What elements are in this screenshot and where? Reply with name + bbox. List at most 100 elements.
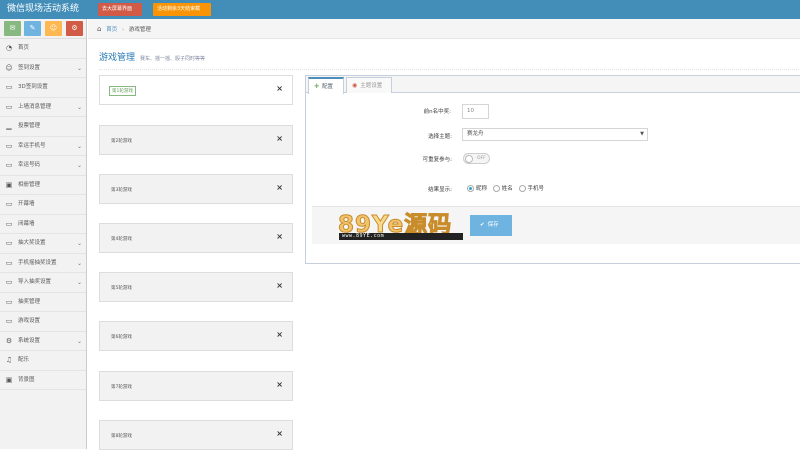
- sidebar-item[interactable]: ▭ 幸运号码 ⌄: [0, 156, 86, 176]
- sidebar-item-label: 幸运手机号: [18, 142, 46, 149]
- sidebar-item[interactable]: ▭ 游戏设置: [0, 312, 86, 332]
- breadcrumb-home[interactable]: 首页: [106, 27, 117, 33]
- group-icon[interactable]: ☺: [45, 21, 62, 36]
- monitor-icon: ▭: [5, 161, 13, 169]
- game-card[interactable]: 第8轮游戏 ×: [99, 420, 293, 450]
- toggle-knob: [465, 155, 473, 163]
- close-icon[interactable]: ×: [276, 134, 283, 143]
- sidebar-item[interactable]: ▭ 上墙消息管理 ⌄: [0, 98, 86, 117]
- radio-dot: [492, 185, 500, 192]
- radio-name-label: 姓名: [501, 186, 513, 192]
- top-navbar: 微信现场活动系统 去大屏幕界面 活动剩余3天结束截: [0, 0, 800, 19]
- sidebar-item[interactable]: ▁ 投票管理: [0, 117, 86, 137]
- sidebar-item[interactable]: ▭ 开幕墙: [0, 195, 86, 215]
- repeat-toggle-text: OFF: [477, 156, 486, 161]
- close-icon[interactable]: ×: [276, 281, 283, 290]
- sidebar-item-label: 开幕墙: [18, 201, 35, 207]
- tab-theme-label: 主题设置: [360, 83, 383, 89]
- sidebar-item[interactable]: ▭ 3D签到设置: [0, 78, 86, 98]
- game-card[interactable]: 第5轮游戏 ×: [99, 272, 293, 302]
- radio-nickname[interactable]: 昵称: [467, 184, 487, 192]
- save-label: 保存: [487, 222, 499, 228]
- gear-icon[interactable]: ⚙: [66, 21, 83, 36]
- radio-name[interactable]: 姓名: [492, 184, 513, 192]
- monitor-icon: ▭: [5, 83, 13, 91]
- chevron-down-icon: ⌄: [76, 240, 82, 247]
- tab-config-label: 配置: [322, 84, 334, 90]
- chat-icon[interactable]: ✉: [4, 21, 21, 36]
- close-icon[interactable]: ×: [276, 330, 283, 339]
- top-n-input[interactable]: 10: [462, 104, 489, 119]
- cog-icon: ✚: [314, 83, 320, 90]
- dashboard-icon: ◔: [5, 44, 13, 52]
- sidebar-item-label: 上墙消息管理: [18, 103, 52, 110]
- home-icon[interactable]: ⌂: [97, 25, 101, 33]
- sidebar-item-label: 游戏设置: [18, 318, 41, 324]
- game-card[interactable]: 第7轮游戏 ×: [99, 371, 293, 401]
- tab-config[interactable]: ✚ 配置: [308, 77, 344, 94]
- sidebar-item-label: 幸运号码: [18, 162, 41, 168]
- sidebar-item[interactable]: ▣ 相册管理: [0, 176, 86, 195]
- close-icon[interactable]: ×: [276, 84, 283, 93]
- radio-nickname-label: 昵称: [476, 186, 488, 192]
- radio-dot: [518, 185, 526, 192]
- theme-select[interactable]: 赛龙舟 ▼: [462, 128, 648, 141]
- tab-bar: ✚ 配置 ◉ 主题设置: [306, 76, 800, 94]
- monitor-icon: ▭: [5, 239, 13, 247]
- sidebar-item-label: 投票管理: [18, 123, 41, 129]
- sidebar-item[interactable]: ⚙ 系统设置 ⌄: [0, 332, 86, 351]
- bar-chart-icon: ▁: [6, 122, 12, 130]
- sidebar: ✉ ✎ ☺ ⚙ ◔ 首页 ☺ 签到设置 ⌄ ▭ 3D签到设置 ▭ 上墙消息管理 ⌄ ▁ 投票管理 ▭ 幸运…: [0, 19, 87, 449]
- watermark-site: www.89YE.com: [339, 233, 463, 240]
- save-button[interactable]: ✔ 保存: [470, 215, 512, 236]
- game-card[interactable]: 第4轮游戏 ×: [99, 223, 293, 253]
- sidebar-item[interactable]: ▭ 幸运手机号 ⌄: [0, 137, 86, 156]
- page-subtitle: 赛车、摇一摇、骰子同时等等: [139, 56, 205, 62]
- pencil-icon[interactable]: ✎: [24, 21, 41, 36]
- sidebar-item-label: 签到设置: [18, 64, 41, 71]
- repeat-toggle[interactable]: OFF: [463, 153, 490, 164]
- chevron-down-icon: ⌄: [76, 162, 82, 169]
- sidebar-item-label: 手机摇抽奖设置: [18, 259, 57, 266]
- check-icon: ✔: [480, 222, 485, 228]
- sidebar-item-label: 首页: [18, 45, 30, 51]
- chevron-down-icon: ⌄: [76, 279, 82, 286]
- close-icon[interactable]: ×: [276, 429, 283, 438]
- sidebar-item-label: 抽大奖设置: [18, 240, 46, 246]
- app-title: 微信现场活动系统: [7, 4, 80, 14]
- sidebar-item[interactable]: ▣ 背景图: [0, 371, 86, 390]
- sidebar-item[interactable]: ☺ 签到设置 ⌄: [0, 59, 86, 78]
- display-label: 结果显示:: [428, 187, 452, 193]
- breadcrumb: ⌂ 首页 › 游戏管理: [88, 19, 800, 39]
- chevron-right-icon: ›: [121, 27, 125, 33]
- sidebar-item[interactable]: ▭ 手机摇抽奖设置 ⌄: [0, 254, 86, 273]
- sidebar-item[interactable]: ♫ 配乐: [0, 351, 86, 371]
- game-label: 第7轮游戏: [111, 385, 132, 390]
- caret-down-icon: ▼: [640, 131, 644, 137]
- car-icon: ◉: [352, 82, 358, 89]
- sidebar-item-label: 导入抽奖设置: [18, 279, 52, 285]
- sidebar-item-label: 闭幕墙: [18, 220, 35, 227]
- watermark-logo: 89Ye源码 www.89YE.com: [337, 205, 463, 245]
- game-label: 第1轮游戏: [109, 86, 136, 96]
- top-n-label: 前n名中奖:: [423, 109, 451, 115]
- game-card[interactable]: 第6轮游戏 ×: [99, 321, 293, 351]
- fullscreen-button[interactable]: 去大屏幕界面: [98, 3, 142, 16]
- sidebar-item[interactable]: ◔ 首页: [0, 39, 86, 59]
- close-icon[interactable]: ×: [276, 232, 283, 241]
- sidebar-item[interactable]: ▭ 导入抽奖设置 ⌄: [0, 273, 86, 293]
- monitor-icon: ▭: [5, 102, 13, 111]
- radio-phone[interactable]: 手机号: [518, 184, 544, 192]
- close-icon[interactable]: ×: [276, 380, 283, 389]
- sidebar-item-label: 配乐: [18, 357, 30, 363]
- tab-theme[interactable]: ◉ 主题设置: [346, 77, 392, 93]
- sidebar-item[interactable]: ▭ 抽大奖设置 ⌄: [0, 234, 86, 254]
- game-card[interactable]: 第2轮游戏 ×: [99, 125, 293, 155]
- sidebar-item[interactable]: ▭ 闭幕墙: [0, 215, 86, 234]
- game-card[interactable]: 第1轮游戏 ×: [99, 75, 293, 105]
- game-card[interactable]: 第3轮游戏 ×: [99, 174, 293, 204]
- close-icon[interactable]: ×: [276, 183, 283, 192]
- sidebar-item[interactable]: ▭ 抽奖管理: [0, 293, 86, 312]
- monitor-icon: ▭: [5, 297, 13, 306]
- sidebar-shortcuts: ✉ ✎ ☺ ⚙: [0, 19, 86, 39]
